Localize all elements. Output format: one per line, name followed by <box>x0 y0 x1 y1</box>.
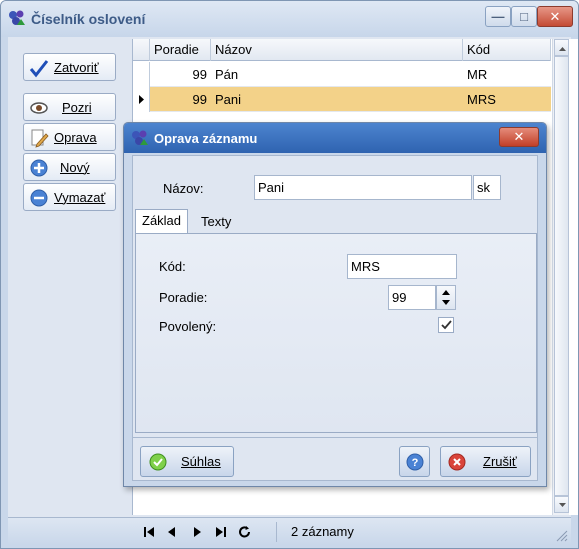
refresh-icon[interactable] <box>238 524 252 540</box>
row-indicator <box>133 62 150 87</box>
edit-button-label: Oprava <box>54 130 97 145</box>
column-header-poradie[interactable]: Poradie <box>150 39 211 61</box>
delete-button-label: Vymazať <box>54 190 106 205</box>
table-row[interactable]: 99 Pán MR <box>133 62 551 87</box>
enabled-checkbox[interactable] <box>438 317 454 333</box>
grid-header: Poradie Názov Kód <box>133 39 551 61</box>
close-icon: ✕ <box>549 8 561 24</box>
ok-icon <box>149 453 167 471</box>
name-label: Názov: <box>163 181 204 196</box>
table-row-selected[interactable]: 99 Pani MRS <box>133 87 551 112</box>
status-bar: 2 záznamy <box>8 517 571 545</box>
cell-kod: MR <box>467 67 488 82</box>
resize-grip-icon[interactable] <box>556 530 568 542</box>
scrollbar-thumb[interactable] <box>554 56 569 496</box>
app-icon <box>9 10 25 25</box>
cell-poradie: 99 <box>192 92 207 107</box>
column-header-nazov[interactable]: Názov <box>211 39 463 61</box>
dialog-app-icon <box>132 130 148 145</box>
cancel-icon <box>448 453 466 471</box>
previous-record-icon[interactable] <box>165 524 179 540</box>
help-button[interactable]: ? <box>399 446 430 477</box>
view-button-label: Pozri <box>62 100 92 115</box>
arrow-down-icon <box>559 503 566 507</box>
checkmark-icon <box>29 60 49 78</box>
scroll-up-button[interactable] <box>554 39 569 56</box>
dialog-title: Oprava záznamu <box>154 131 258 146</box>
record-count: 2 záznamy <box>291 524 354 539</box>
maximize-button[interactable]: □ <box>511 6 537 27</box>
dialog-body: Názov: Pani sk Základ Texty Kód: MRS Por… <box>132 155 538 481</box>
scroll-down-button[interactable] <box>554 496 569 513</box>
vertical-scrollbar[interactable] <box>552 39 569 515</box>
dialog-title-bar[interactable]: Oprava záznamu ✕ <box>124 123 546 153</box>
ok-button-label: Súhlas <box>181 454 221 469</box>
edit-record-dialog: Oprava záznamu ✕ Názov: Pani sk Základ T… <box>123 122 547 487</box>
minus-icon <box>30 189 48 207</box>
tab-texty[interactable]: Texty <box>195 211 237 235</box>
cell-nazov: Pani <box>215 92 242 107</box>
arrow-up-icon <box>559 47 566 51</box>
cancel-button-label: Zrušiť <box>483 454 517 469</box>
close-icon: ✕ <box>513 129 525 144</box>
cancel-button[interactable]: Zrušiť <box>440 446 531 477</box>
svg-text:?: ? <box>412 457 419 469</box>
order-label: Poradie: <box>159 290 208 305</box>
last-record-icon[interactable] <box>214 524 228 540</box>
tab-zaklad[interactable]: Základ <box>135 209 189 233</box>
current-row-arrow-icon <box>139 95 144 104</box>
action-panel: Zatvoriť Pozri Oprava Nový Vymazať <box>9 39 127 515</box>
cell-poradie: 99 <box>192 67 207 82</box>
help-icon: ? <box>406 453 424 471</box>
minimize-icon: — <box>491 9 505 24</box>
edit-button[interactable]: Oprava <box>23 123 116 151</box>
row-indicator-current <box>133 87 150 112</box>
minimize-button[interactable]: — <box>485 6 511 27</box>
first-record-icon[interactable] <box>142 524 156 540</box>
dialog-close-button[interactable]: ✕ <box>499 127 539 147</box>
order-field[interactable]: 99 <box>388 285 436 310</box>
cell-kod: MRS <box>467 92 496 107</box>
close-button[interactable]: Zatvoriť <box>23 53 116 81</box>
close-window-button[interactable]: ✕ <box>537 6 573 27</box>
new-button[interactable]: Nový <box>23 153 116 181</box>
status-separator <box>276 522 277 542</box>
delete-button[interactable]: Vymazať <box>23 183 116 211</box>
name-field[interactable]: Pani <box>254 175 472 200</box>
window-title: Číselník oslovení <box>31 11 146 27</box>
order-spinner[interactable] <box>436 285 456 310</box>
language-field[interactable]: sk <box>473 175 501 200</box>
check-icon <box>441 320 452 330</box>
code-label: Kód: <box>159 259 186 274</box>
view-button[interactable]: Pozri <box>23 93 116 121</box>
ok-button[interactable]: Súhlas <box>140 446 234 477</box>
spin-arrows-icon <box>442 290 450 305</box>
maximize-icon: □ <box>520 9 528 24</box>
enabled-label: Povolený: <box>159 319 217 334</box>
pencil-icon <box>31 129 49 148</box>
new-button-label: Nový <box>60 160 90 175</box>
code-field[interactable]: MRS <box>347 254 457 279</box>
cell-nazov: Pán <box>215 67 239 82</box>
header-indicator <box>133 39 150 61</box>
title-bar[interactable]: Číselník oslovení — □ ✕ <box>1 1 578 37</box>
plus-icon <box>30 159 48 177</box>
close-button-label: Zatvoriť <box>54 60 99 75</box>
column-header-kod[interactable]: Kód <box>463 39 551 61</box>
dialog-divider <box>133 437 537 438</box>
eye-icon <box>30 102 48 114</box>
next-record-icon[interactable] <box>190 524 204 540</box>
